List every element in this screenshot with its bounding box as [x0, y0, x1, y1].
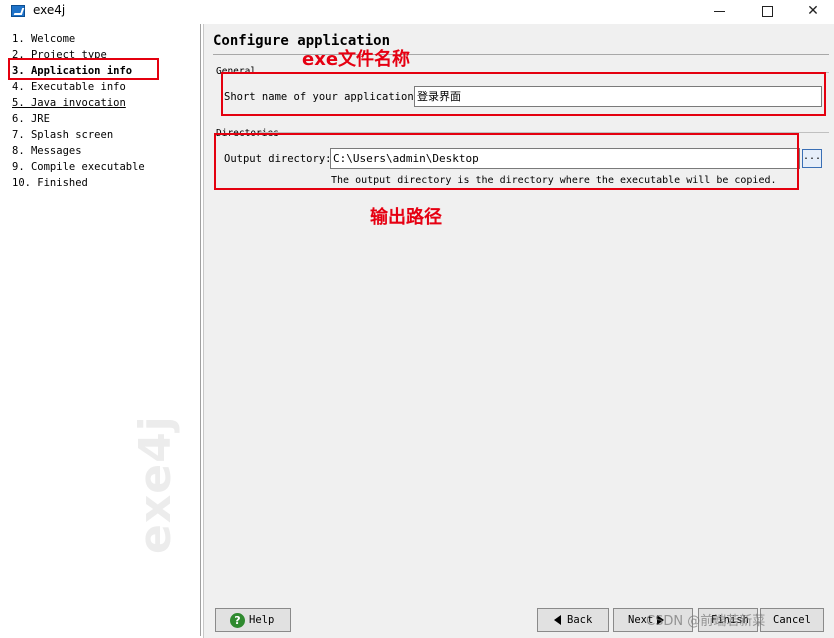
close-button[interactable]: ✕: [790, 0, 834, 22]
highlight-active-step: [8, 58, 159, 80]
annotation-exe-name: exe文件名称: [302, 49, 411, 70]
back-button-label: Back: [567, 614, 593, 626]
back-button[interactable]: Back: [537, 608, 609, 632]
minimize-button[interactable]: [696, 0, 742, 22]
content-panel: Configure application General Short name…: [203, 24, 834, 638]
step-java-invocation[interactable]: 5. Java invocation: [12, 97, 126, 109]
step-welcome[interactable]: 1. Welcome: [12, 33, 75, 45]
minimize-icon: [713, 10, 725, 12]
step-executable-info[interactable]: 4. Executable info: [12, 81, 126, 93]
highlight-output-directory: [214, 133, 799, 190]
help-button[interactable]: ? Help: [215, 608, 291, 632]
step-finished[interactable]: 10. Finished: [12, 177, 88, 189]
back-arrow-icon: [554, 615, 561, 625]
wizard-steps-panel: 1. Welcome 2. Project type 3. Applicatio…: [2, 24, 201, 636]
step-jre[interactable]: 6. JRE: [12, 113, 50, 125]
title-bar: exe4j ✕: [0, 0, 834, 24]
cancel-button-label: Cancel: [773, 614, 811, 626]
step-messages[interactable]: 8. Messages: [12, 145, 82, 157]
help-icon: ?: [230, 612, 245, 628]
annotation-output-path: 输出路径: [370, 207, 442, 228]
window-title: exe4j: [33, 3, 66, 17]
help-button-label: Help: [249, 614, 275, 626]
maximize-icon: [761, 5, 773, 17]
maximize-button[interactable]: [744, 0, 790, 22]
csdn-watermark: CSDN @前端若新菜: [646, 614, 766, 629]
exe4j-watermark: exe4j: [130, 415, 181, 554]
browse-directory-button[interactable]: ...: [802, 149, 822, 168]
highlight-short-name: [221, 72, 826, 116]
close-icon: ✕: [807, 3, 819, 19]
step-compile-executable[interactable]: 9. Compile executable: [12, 161, 145, 173]
step-splash-screen[interactable]: 7. Splash screen: [12, 129, 113, 141]
cancel-button[interactable]: Cancel: [760, 608, 824, 632]
exe4j-app-icon: [11, 5, 25, 17]
